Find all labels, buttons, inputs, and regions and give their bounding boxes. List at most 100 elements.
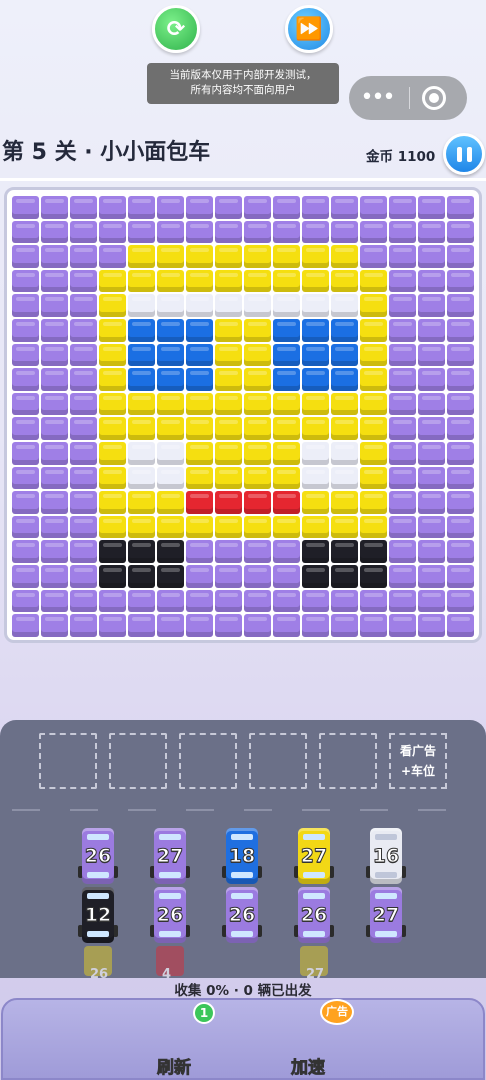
refresh-button[interactable]: ⟳	[152, 5, 200, 53]
pixel-block	[244, 540, 271, 563]
car-capacity: 26	[84, 845, 112, 868]
pixel-block	[70, 392, 97, 416]
pixel-block	[128, 417, 155, 440]
pixel-block	[128, 491, 155, 514]
pixel-block	[418, 343, 445, 367]
pixel-block	[128, 589, 155, 613]
pixel-block	[186, 196, 213, 219]
pixel-block	[360, 196, 387, 219]
speed-up-button[interactable]: ⏩	[285, 5, 333, 53]
car[interactable]: 16	[366, 828, 406, 884]
car[interactable]: 27	[150, 828, 190, 884]
pixel-block	[70, 491, 97, 514]
pixel-block	[418, 220, 445, 244]
pixel-block	[70, 269, 97, 293]
pixel-block	[99, 245, 126, 268]
pixel-block	[99, 491, 126, 514]
pixel-block	[157, 392, 184, 416]
pixel-block	[418, 417, 445, 440]
pixel-block	[447, 564, 474, 588]
pixel-block	[41, 564, 68, 588]
pixel-block	[186, 540, 213, 563]
pixel-block	[331, 196, 358, 219]
pixel-block	[273, 269, 300, 293]
car[interactable]: 26	[150, 887, 190, 943]
pixel-block	[389, 540, 416, 563]
pixel-block	[302, 368, 329, 391]
pixel-block	[273, 441, 300, 465]
pixel-block	[418, 614, 445, 637]
pixel-block	[157, 368, 184, 391]
pixel-block	[157, 245, 184, 268]
lane-marking	[12, 809, 40, 811]
pixel-block	[186, 564, 213, 588]
pixel-block	[389, 245, 416, 268]
pixel-block	[70, 441, 97, 465]
car[interactable]: 27	[294, 828, 334, 884]
pixel-block	[389, 466, 416, 490]
car[interactable]: 18	[222, 828, 262, 884]
pixel-block	[157, 343, 184, 367]
pixel-block	[244, 614, 271, 637]
car[interactable]: 26	[78, 828, 118, 884]
pixel-block	[215, 269, 242, 293]
parking-slot	[319, 733, 377, 789]
pixel-block	[331, 491, 358, 514]
pixel-block	[157, 294, 184, 317]
target-icon[interactable]	[422, 86, 446, 110]
pixel-block	[389, 589, 416, 613]
pixel-block	[215, 343, 242, 367]
pixel-block	[99, 294, 126, 317]
pixel-block	[186, 441, 213, 465]
pixel-block	[273, 540, 300, 563]
pixel-block	[418, 318, 445, 342]
pixel-block	[447, 318, 474, 342]
pixel-block	[70, 417, 97, 440]
pixel-block	[389, 294, 416, 317]
pixel-block	[331, 441, 358, 465]
car[interactable]: 12	[78, 887, 118, 943]
pixel-block	[273, 220, 300, 244]
pixel-block	[12, 392, 39, 416]
pixel-block	[302, 441, 329, 465]
pixel-block	[418, 269, 445, 293]
pixel-block	[215, 417, 242, 440]
pixel-block	[99, 466, 126, 490]
pixel-board	[4, 187, 482, 643]
more-icon[interactable]: •••	[349, 87, 403, 109]
pixel-block	[157, 441, 184, 465]
pixel-block	[128, 220, 155, 244]
parking-slot	[39, 733, 97, 789]
ad-badge: 广告	[320, 999, 354, 1025]
car[interactable]: 26	[294, 887, 334, 943]
pixel-block	[273, 466, 300, 490]
car-capacity: 26	[300, 904, 328, 927]
pixel-block	[302, 417, 329, 440]
pixel-block	[157, 589, 184, 613]
ad-extra-slot-button[interactable]: 看广告 +车位	[389, 733, 447, 789]
pixel-block	[302, 491, 329, 514]
pixel-block	[12, 589, 39, 613]
pixel-block	[302, 515, 329, 539]
car[interactable]: 26	[222, 887, 262, 943]
lane-marking	[70, 809, 98, 811]
pixel-block	[12, 368, 39, 391]
pause-button[interactable]	[443, 133, 485, 175]
pixel-block	[70, 564, 97, 588]
car-capacity: 27	[372, 904, 400, 927]
pixel-block	[12, 491, 39, 514]
refresh-count-badge: 1	[193, 1002, 215, 1024]
pixel-block	[418, 392, 445, 416]
pixel-block	[41, 589, 68, 613]
pixel-block	[447, 245, 474, 268]
pixel-block	[360, 441, 387, 465]
speed-up-label: 加速	[291, 1058, 326, 1079]
pixel-block	[360, 417, 387, 440]
pixel-block	[186, 245, 213, 268]
pixel-block	[215, 220, 242, 244]
pixel-block	[331, 589, 358, 613]
car[interactable]: 27	[366, 887, 406, 943]
pixel-block	[99, 392, 126, 416]
pixel-block	[99, 540, 126, 563]
pixel-block	[447, 392, 474, 416]
